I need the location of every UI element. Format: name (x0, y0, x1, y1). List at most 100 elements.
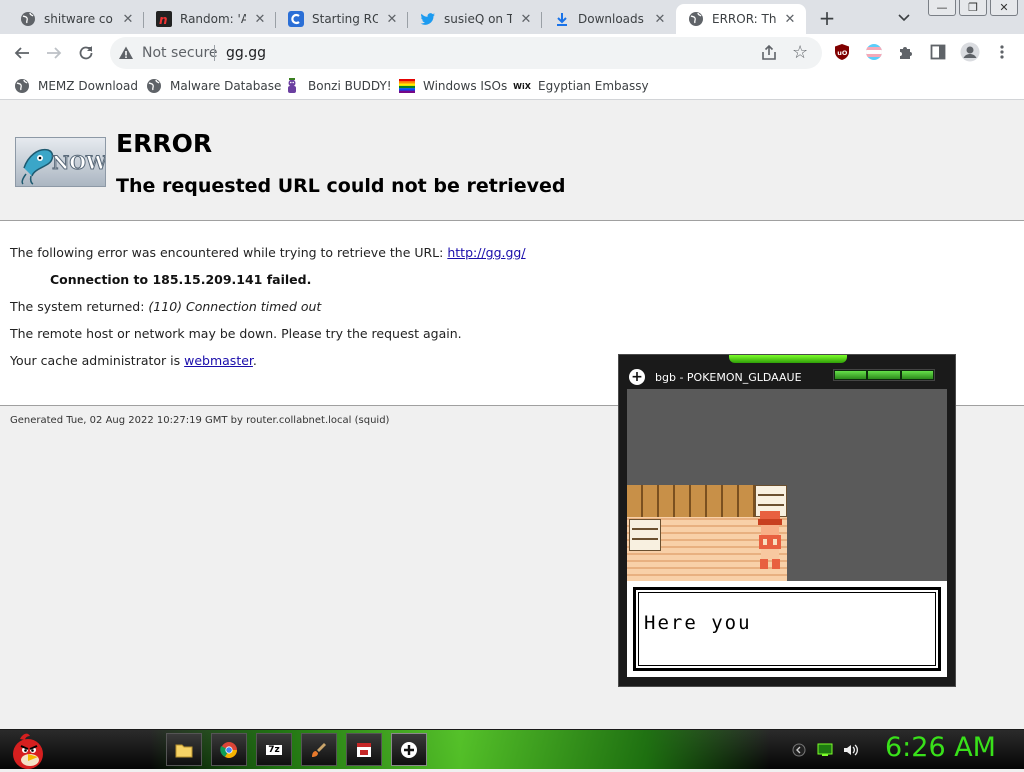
tab-title: shitware coll (44, 12, 114, 26)
game-screen[interactable]: Here you (627, 389, 947, 677)
file-explorer-icon[interactable] (166, 733, 202, 766)
error-line-url: The following error was encountered whil… (10, 245, 526, 260)
svg-text:uO: uO (837, 49, 848, 57)
tab-strip: shitware coll ✕ n Random: 'An ✕ Starting… (0, 0, 1024, 34)
bookmark-star-icon[interactable]: ☆ (792, 42, 808, 63)
wix-icon: WiX (513, 81, 531, 91)
tray-chevron-icon[interactable] (790, 741, 808, 759)
tab-title: Starting RON (312, 12, 378, 26)
logo-text: NOW (51, 152, 106, 175)
tab-title: Downloads (578, 12, 644, 26)
n-logo-icon: n (156, 11, 172, 27)
tab-downloads[interactable]: Downloads ✕ (542, 4, 676, 34)
connection-failed-text: Connection to 185.15.209.141 failed. (50, 272, 312, 287)
close-tab-icon[interactable]: ✕ (384, 11, 400, 27)
bgb-emulator-window[interactable]: + bgb - POKEMON_GLDAAUE Here you (618, 354, 956, 687)
start-button-angry-bird-icon[interactable] (6, 730, 48, 769)
dialog-panel: Here you (627, 581, 947, 677)
kebab-menu-icon[interactable] (992, 42, 1012, 62)
profile-avatar-icon[interactable] (960, 42, 980, 62)
close-tab-icon[interactable]: ✕ (252, 11, 268, 27)
url-link[interactable]: http://gg.gg/ (447, 245, 525, 260)
remote-host-line: The remote host or network may be down. … (10, 326, 462, 341)
svg-text:n: n (159, 13, 168, 27)
page-subtitle: The requested URL could not be retrieved (116, 175, 566, 197)
share-icon[interactable] (760, 44, 778, 62)
system-tray (790, 740, 868, 760)
taskbar: 7z 6:26 AM (0, 729, 1024, 769)
page-title: ERROR (116, 129, 213, 158)
close-tab-icon[interactable]: ✕ (120, 11, 136, 27)
tab-shitware[interactable]: shitware coll ✕ (8, 4, 144, 34)
taskbar-pinned-apps: 7z (166, 733, 436, 766)
bookmarks-bar: MEMZ Download Malware Database Bonzi BUD… (0, 72, 1024, 100)
forward-arrow-icon[interactable] (40, 39, 68, 67)
download-icon (554, 11, 570, 27)
globe-icon (20, 11, 36, 27)
close-tab-icon[interactable]: ✕ (518, 11, 534, 27)
network-monitor-icon[interactable] (816, 741, 834, 759)
bookmark-memz[interactable]: MEMZ Download (14, 77, 138, 95)
7zip-icon[interactable]: 7z (256, 733, 292, 766)
tab-title: ERROR: The (712, 12, 776, 26)
minimize-button[interactable]: — (928, 0, 956, 16)
globe-icon (14, 78, 30, 94)
restore-button[interactable]: ❐ (959, 0, 987, 16)
side-panel-icon[interactable] (928, 42, 948, 62)
c-logo-icon (288, 11, 304, 27)
volume-speaker-icon[interactable] (842, 741, 860, 759)
bookmark-label: Egyptian Embassy (538, 79, 649, 93)
paint-brush-icon[interactable] (301, 733, 337, 766)
emulator-status-bars (833, 369, 935, 381)
squid-logo: NOW (15, 137, 106, 187)
warning-triangle-icon[interactable] (118, 45, 134, 61)
globe-icon (688, 11, 704, 27)
emulator-titlebar[interactable]: + bgb - POKEMON_GLDAAUE (629, 368, 802, 386)
bookmark-windows-isos[interactable]: Windows ISOs (399, 77, 507, 95)
url-text[interactable]: gg.gg (226, 45, 266, 61)
close-tab-icon[interactable]: ✕ (652, 11, 668, 27)
cache-admin-line: Your cache administrator is webmaster. (10, 353, 257, 368)
bookmark-malware-db[interactable]: Malware Database (146, 77, 281, 95)
webmaster-link[interactable]: webmaster (184, 353, 253, 368)
calendar-app-icon[interactable] (346, 733, 382, 766)
address-bar[interactable]: Not secure gg.gg ☆ (110, 37, 822, 69)
bookmark-label: MEMZ Download (38, 79, 138, 93)
ublock-icon[interactable]: uO (832, 42, 852, 62)
window-controls: — ❐ ✕ (925, 0, 1018, 17)
bonzi-icon (284, 78, 300, 94)
bookmark-bonzi[interactable]: Bonzi BUDDY! (284, 77, 392, 95)
room-shelf (629, 519, 661, 551)
dialog-text: Here you (644, 612, 752, 634)
globe-icon (146, 78, 162, 94)
new-tab-button[interactable]: + (815, 6, 839, 30)
bookmark-egyptian-embassy[interactable]: WiX Egyptian Embassy (513, 77, 649, 95)
tab-starting-rom[interactable]: Starting RON ✕ (276, 4, 408, 34)
puzzle-extensions-icon[interactable] (896, 42, 916, 62)
bgb-emulator-taskbar-icon[interactable] (391, 733, 427, 766)
tab-title: Random: 'An (180, 12, 246, 26)
bookmark-label: Bonzi BUDDY! (308, 79, 392, 93)
emulator-plus-icon[interactable]: + (629, 369, 645, 385)
tab-search-chevron-icon[interactable] (894, 8, 914, 28)
back-arrow-icon[interactable] (8, 39, 36, 67)
chrome-icon[interactable] (211, 733, 247, 766)
bookmark-label: Windows ISOs (423, 79, 508, 93)
bookmark-label: Malware Database (170, 79, 282, 93)
tab-susieq-twitter[interactable]: susieQ on Tw ✕ (408, 4, 542, 34)
tab-error-active[interactable]: ERROR: The ✕ (676, 4, 806, 34)
tab-random[interactable]: n Random: 'An ✕ (144, 4, 276, 34)
taskbar-clock[interactable]: 6:26 AM (885, 732, 996, 763)
security-label[interactable]: Not secure (142, 45, 218, 61)
footer-generated: Generated Tue, 02 Aug 2022 10:27:19 GMT … (10, 415, 390, 426)
browser-toolbar: Not secure gg.gg ☆ uO (0, 34, 1024, 72)
trans-flag-extension-icon[interactable] (864, 42, 884, 62)
close-window-button[interactable]: ✕ (990, 0, 1018, 16)
twitter-icon (420, 11, 436, 27)
rainbow-flag-icon (399, 78, 415, 94)
reload-icon[interactable] (72, 39, 100, 67)
tab-title: susieQ on Tw (444, 12, 512, 26)
close-tab-icon[interactable]: ✕ (782, 11, 798, 27)
player-sprite (755, 511, 785, 571)
system-returned-line: The system returned: (110) Connection ti… (10, 299, 322, 314)
